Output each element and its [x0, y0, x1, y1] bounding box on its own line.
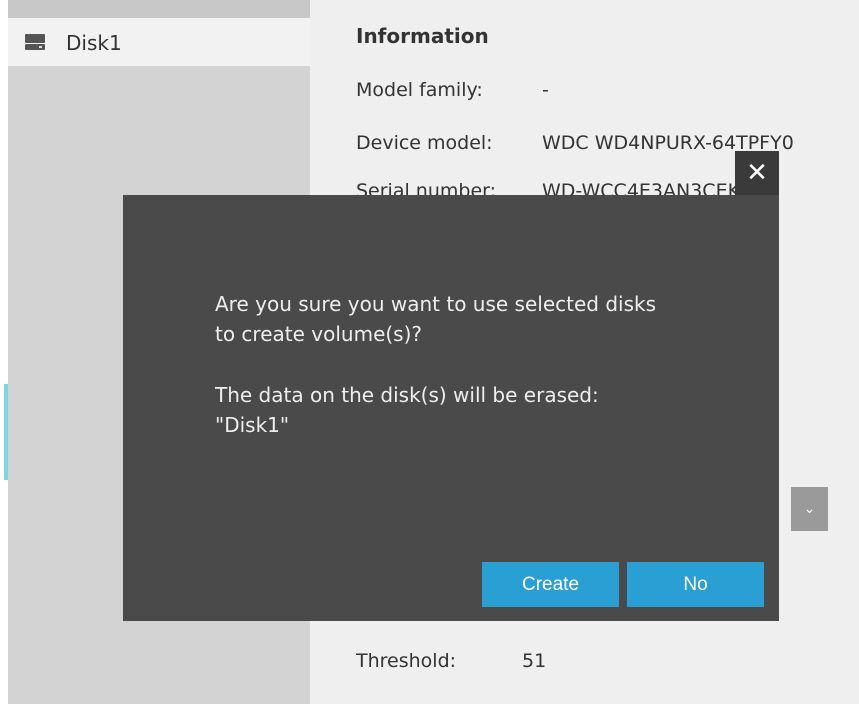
information-heading: Information [356, 24, 489, 48]
dialog-message-line-4: "Disk1" [215, 413, 290, 437]
create-button[interactable]: Create [482, 562, 619, 607]
hard-disk-icon [25, 34, 45, 50]
close-icon: ✕ [746, 158, 768, 188]
disk-management-screen: Disk1 Information Model family: - Device… [0, 0, 859, 704]
threshold-label: Threshold: [356, 650, 457, 672]
model-family-value: - [542, 79, 549, 101]
threshold-value: 51 [522, 650, 547, 672]
left-accent-bar [4, 384, 8, 480]
dropdown-toggle-button[interactable]: ⌄ [791, 487, 828, 531]
device-model-label: Device model: [356, 132, 493, 154]
model-family-label: Model family: [356, 79, 483, 101]
sidebar-top-strip [8, 0, 310, 18]
sidebar-item-disk1[interactable]: Disk1 [8, 18, 310, 66]
dialog-message-line-3: The data on the disk(s) will be erased: [215, 383, 599, 407]
chevron-down-icon: ⌄ [803, 501, 816, 517]
sidebar-item-label: Disk1 [66, 31, 122, 55]
no-button[interactable]: No [627, 562, 764, 607]
confirm-create-volume-dialog: Are you sure you want to use selected di… [123, 195, 779, 621]
dialog-message-line-1: Are you sure you want to use selected di… [215, 292, 657, 316]
close-dialog-button[interactable]: ✕ [735, 151, 779, 195]
dialog-message-line-2: to create volume(s)? [215, 322, 423, 346]
